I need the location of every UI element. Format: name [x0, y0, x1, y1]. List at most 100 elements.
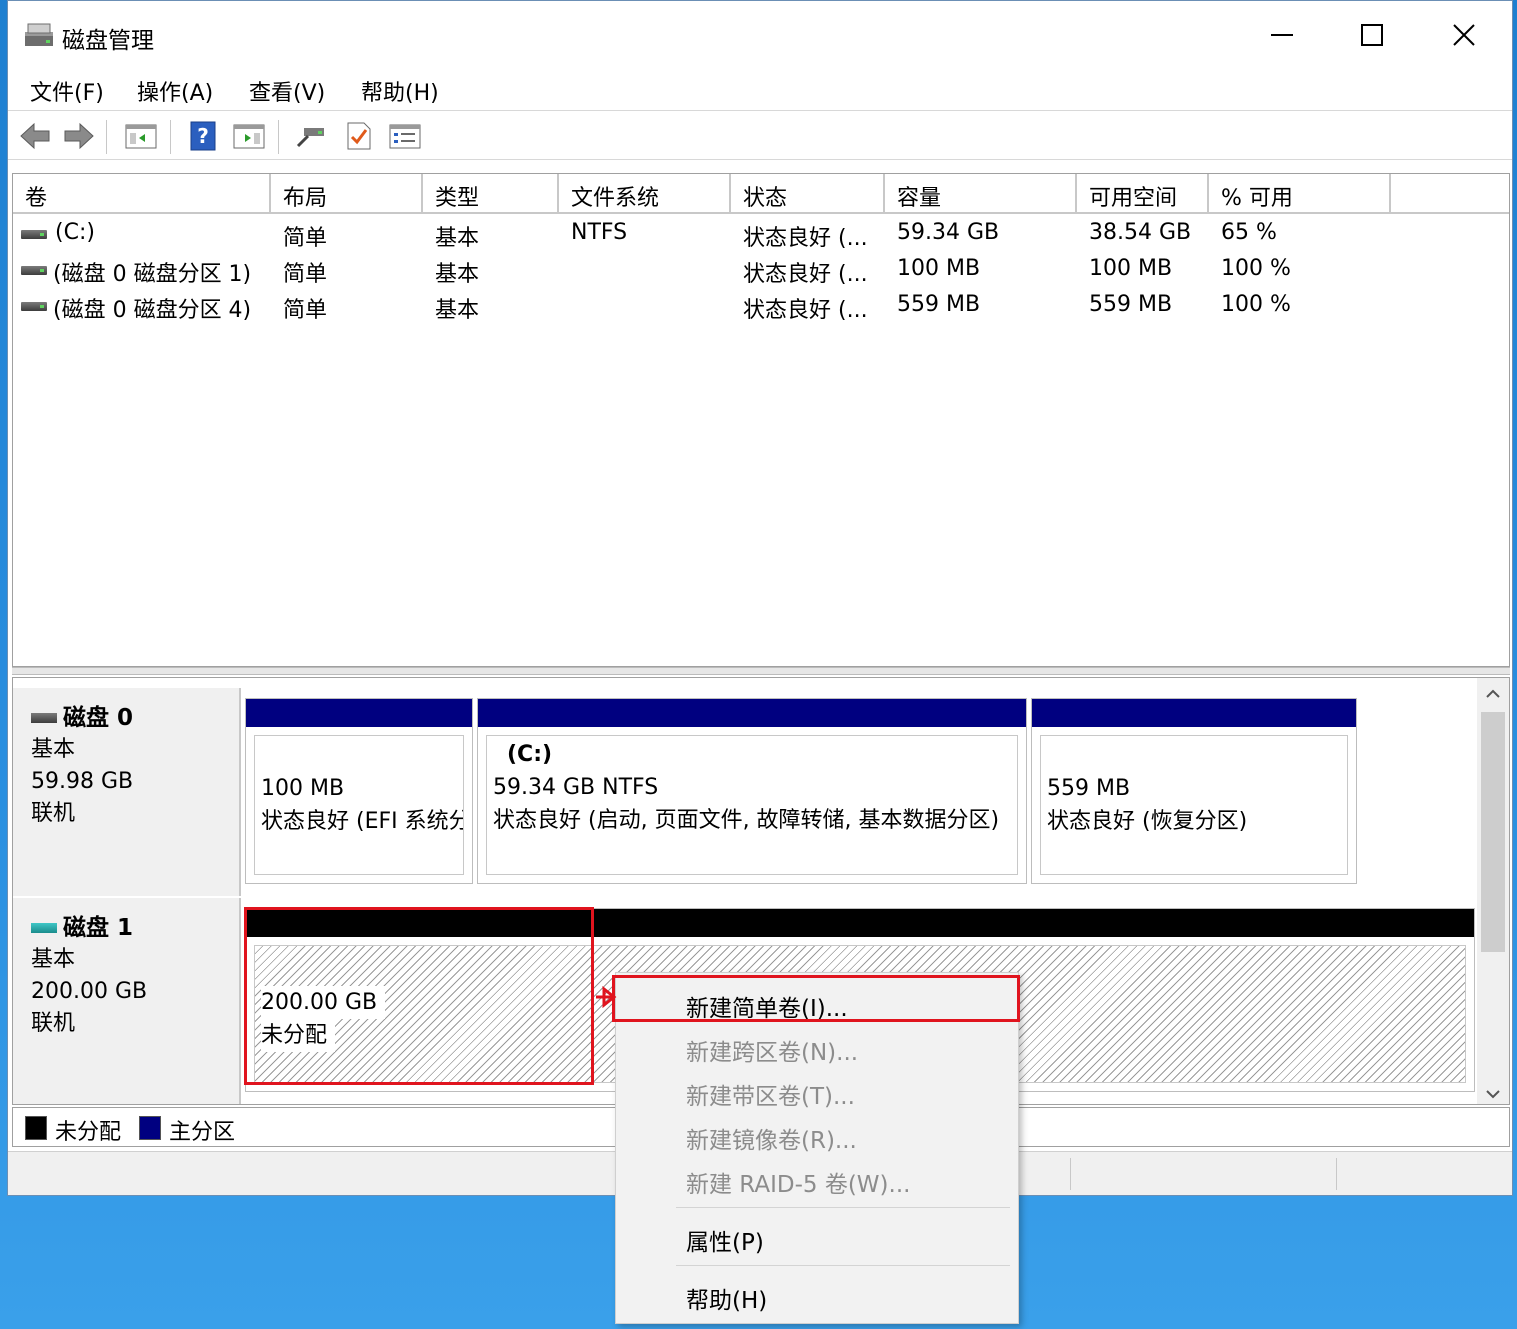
volume-percent: 100 % [1221, 292, 1291, 317]
disk-name: 磁盘 0 [63, 705, 134, 731]
title-bar: 磁盘管理 [8, 1, 1512, 69]
column-type[interactable]: 类型 [423, 174, 559, 214]
highlight-unallocated [244, 907, 594, 1085]
volume-layout: 简单 [283, 226, 328, 251]
partition-size: 559 MB [1047, 776, 1131, 801]
disk-state: 联机 [31, 1011, 76, 1036]
menu-new-raid5-volume: 新建 RAID-5 卷(W)... [686, 1172, 911, 1198]
volume-capacity: 59.34 GB [897, 220, 1000, 245]
volume-layout: 简单 [283, 262, 328, 287]
check-icon[interactable] [342, 120, 376, 152]
toolbar: ? [8, 112, 1512, 160]
scroll-up-icon[interactable] [1486, 684, 1500, 703]
partition-efi[interactable]: 100 MB 状态良好 (EFI 系统分区) [245, 698, 473, 884]
volume-filesystem: NTFS [571, 220, 628, 245]
menu-file[interactable]: 文件(F) [26, 75, 108, 107]
column-layout[interactable]: 布局 [271, 174, 423, 214]
drive-icon [21, 266, 47, 275]
legend-swatch-unallocated [25, 1116, 47, 1140]
volume-status: 状态良好 (... [743, 298, 868, 323]
menu-properties[interactable]: 属性(P) [686, 1223, 764, 1257]
menu-help[interactable]: 帮助(H) [357, 75, 443, 107]
menu-view[interactable]: 查看(V) [245, 75, 329, 107]
highlight-new-simple-volume [612, 975, 1020, 1022]
properties-icon[interactable] [388, 120, 422, 152]
help-icon[interactable]: ? [186, 120, 220, 152]
legend-label-primary: 主分区 [169, 1120, 236, 1145]
svg-text:?: ? [197, 124, 209, 148]
vertical-scrollbar[interactable] [1477, 678, 1509, 1104]
scroll-thumb[interactable] [1481, 712, 1505, 952]
partition-c[interactable]: (C:) 59.34 GB NTFS 状态良好 (启动, 页面文件, 故障转储,… [477, 698, 1027, 884]
partition-title: (C:) [507, 742, 553, 767]
legend-swatch-primary [139, 1116, 161, 1140]
back-icon[interactable] [18, 120, 52, 152]
partition-size: 59.34 GB NTFS [493, 775, 659, 800]
menu-new-mirrored-volume: 新建镜像卷(R)... [686, 1128, 857, 1154]
disk-management-app-icon [24, 23, 54, 49]
disk-name: 磁盘 1 [63, 915, 134, 941]
disk-size: 200.00 GB [31, 979, 148, 1004]
drive-icon [21, 302, 47, 311]
menu-help-item[interactable]: 帮助(H) [686, 1281, 767, 1315]
console-tree-icon[interactable] [124, 120, 158, 152]
disk-state: 联机 [31, 801, 76, 826]
disk-size: 59.98 GB [31, 769, 134, 794]
volume-type: 基本 [435, 298, 480, 323]
column-percent-free[interactable]: % 可用 [1209, 174, 1391, 214]
table-row[interactable]: (C:) 简单 基本 NTFS 状态良好 (... 59.34 GB 38.54… [13, 216, 1509, 252]
volume-free: 559 MB [1089, 292, 1173, 317]
connect-icon[interactable] [294, 120, 328, 152]
menu-new-striped-volume: 新建带区卷(T)... [686, 1084, 855, 1110]
volume-name: (磁盘 0 磁盘分区 1) [53, 262, 252, 287]
minimize-button[interactable] [1236, 9, 1328, 61]
legend-label-unallocated: 未分配 [55, 1120, 122, 1145]
volume-status: 状态良好 (... [743, 226, 868, 251]
column-capacity[interactable]: 容量 [885, 174, 1077, 214]
window-title: 磁盘管理 [62, 28, 154, 54]
column-free-space[interactable]: 可用空间 [1077, 174, 1209, 214]
hard-disk-icon [31, 713, 57, 723]
pane-splitter[interactable] [12, 667, 1510, 675]
volume-free: 100 MB [1089, 256, 1173, 281]
volume-percent: 65 % [1221, 220, 1277, 245]
volume-list: 卷 布局 类型 文件系统 状态 容量 可用空间 % 可用 (C:) 简单 基本 … [12, 173, 1510, 667]
volume-percent: 100 % [1221, 256, 1291, 281]
menu-action[interactable]: 操作(A) [133, 75, 217, 107]
partition-recovery[interactable]: 559 MB 状态良好 (恢复分区) [1031, 698, 1357, 884]
disk-0-label[interactable]: 磁盘 0 基本 59.98 GB 联机 [13, 688, 241, 896]
volume-type: 基本 [435, 226, 480, 251]
column-filesystem[interactable]: 文件系统 [559, 174, 731, 214]
hard-disk-icon [31, 923, 57, 933]
drive-icon [21, 230, 47, 239]
volume-capacity: 559 MB [897, 292, 981, 317]
disk-1-label[interactable]: 磁盘 1 基本 200.00 GB 联机 [13, 898, 241, 1104]
menu-new-spanned-volume: 新建跨区卷(N)... [686, 1040, 859, 1066]
column-volume[interactable]: 卷 [13, 174, 271, 214]
action-pane-icon[interactable] [232, 120, 266, 152]
menu-bar: 文件(F) 操作(A) 查看(V) 帮助(H) [8, 69, 1512, 111]
column-status[interactable]: 状态 [731, 174, 885, 214]
volume-layout: 简单 [283, 298, 328, 323]
column-filler [1391, 174, 1509, 214]
maximize-button[interactable] [1326, 9, 1418, 61]
scroll-down-icon[interactable] [1486, 1084, 1500, 1103]
forward-icon[interactable] [62, 120, 96, 152]
volume-status: 状态良好 (... [743, 262, 868, 287]
volume-free: 38.54 GB [1089, 220, 1192, 245]
table-row[interactable]: (磁盘 0 磁盘分区 4) 简单 基本 状态良好 (... 559 MB 559… [13, 288, 1509, 324]
partition-size: 100 MB [261, 776, 345, 801]
partition-status: 状态良好 (恢复分区) [1047, 809, 1248, 834]
arrow-icon [594, 985, 620, 1012]
table-row[interactable]: (磁盘 0 磁盘分区 1) 简单 基本 状态良好 (... 100 MB 100… [13, 252, 1509, 288]
partition-status: 状态良好 (EFI 系统分区) [261, 809, 463, 834]
disk-kind: 基本 [31, 737, 76, 762]
partition-status: 状态良好 (启动, 页面文件, 故障转储, 基本数据分区) [493, 808, 1000, 833]
context-menu: 新建简单卷(I)... 新建跨区卷(N)... 新建带区卷(T)... 新建镜像… [615, 972, 1019, 1324]
close-button[interactable] [1418, 9, 1510, 61]
volume-name: (C:) [55, 220, 95, 245]
volume-type: 基本 [435, 262, 480, 287]
volume-name: (磁盘 0 磁盘分区 4) [53, 298, 252, 323]
disk-kind: 基本 [31, 947, 76, 972]
volume-capacity: 100 MB [897, 256, 981, 281]
